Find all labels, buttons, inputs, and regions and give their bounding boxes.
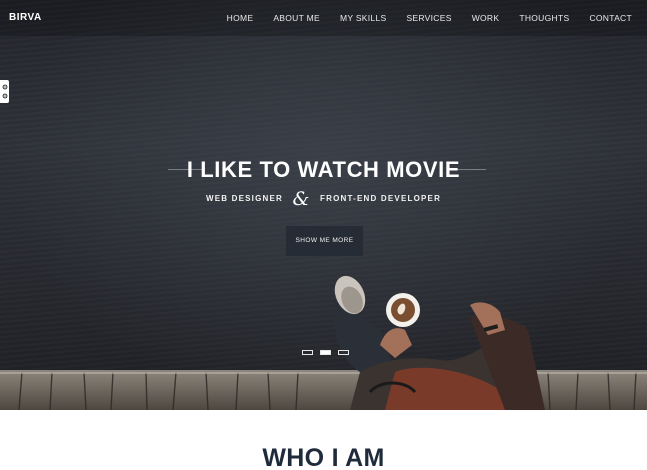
brand-logo[interactable]: BIRVA	[9, 12, 42, 23]
role-front-end-developer: FRONT-END DEVELOPER	[320, 194, 442, 203]
nav-home[interactable]: HOME	[217, 0, 264, 36]
slide-dot-2[interactable]	[320, 350, 331, 355]
nav-work[interactable]: WORK	[462, 0, 510, 36]
gear-icon	[2, 84, 7, 90]
top-navbar: BIRVA HOME ABOUT ME MY SKILLS SERVICES W…	[0, 0, 647, 36]
hero-headline-block: I LIKE TO WATCH MOVIE	[0, 155, 647, 185]
main-nav: HOME ABOUT ME MY SKILLS SERVICES WORK TH…	[217, 0, 647, 36]
slide-dot-3[interactable]	[338, 350, 349, 355]
hero-subtitle: WEB DESIGNER & FRONT-END DEVELOPER	[0, 188, 647, 210]
slider-pagination	[302, 350, 349, 355]
about-section-title: WHO I AM	[262, 444, 385, 470]
nav-about-me[interactable]: ABOUT ME	[263, 0, 330, 36]
style-switcher-toggle[interactable]	[0, 80, 9, 103]
nav-contact[interactable]: CONTACT	[579, 0, 647, 36]
ampersand: &	[292, 188, 311, 210]
nav-thoughts[interactable]: THOUGHTS	[509, 0, 579, 36]
gear-icon	[2, 93, 7, 99]
nav-my-skills[interactable]: MY SKILLS	[330, 0, 396, 36]
nav-services[interactable]: SERVICES	[396, 0, 461, 36]
show-me-more-button[interactable]: SHOW ME MORE	[286, 226, 363, 256]
hero-section: BIRVA HOME ABOUT ME MY SKILLS SERVICES W…	[0, 0, 647, 410]
slide-dot-1[interactable]	[302, 350, 313, 355]
role-web-designer: WEB DESIGNER	[205, 194, 284, 203]
hero-headline: I LIKE TO WATCH MOVIE	[186, 157, 461, 182]
